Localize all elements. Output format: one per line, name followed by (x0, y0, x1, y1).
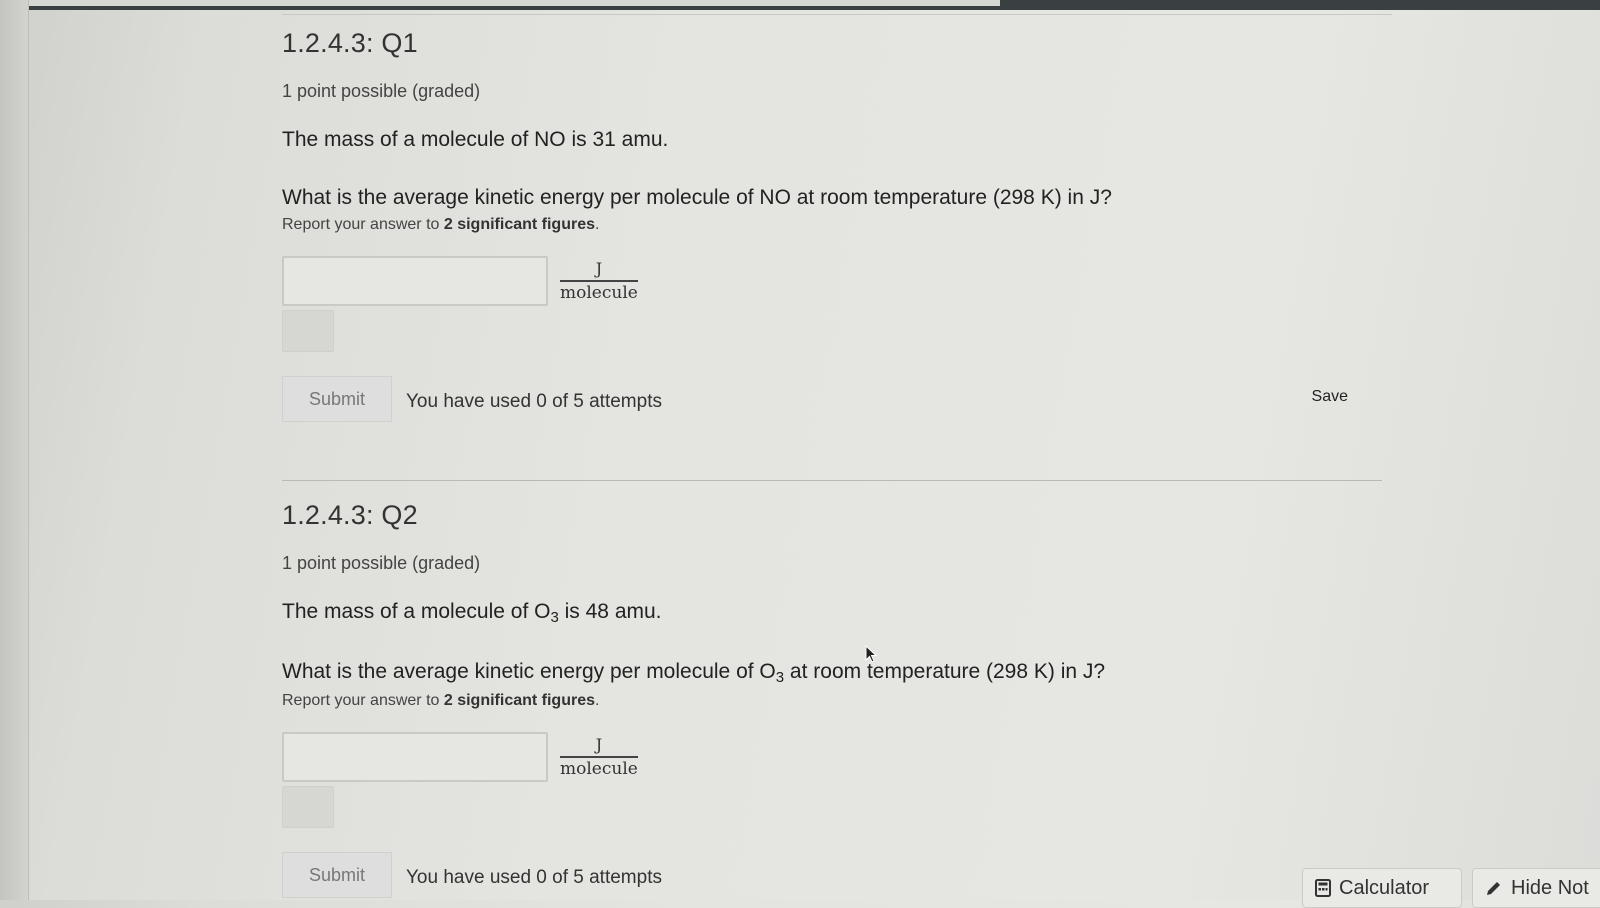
hide-notes-button[interactable]: Hide Not (1472, 868, 1600, 908)
submit-button[interactable]: Submit (282, 376, 392, 422)
unit-denominator: molecule (560, 759, 638, 779)
attempts-text: You have used 0 of 5 attempts (406, 391, 662, 412)
problem-divider (282, 480, 1382, 481)
stem-suffix: is 48 amu. (558, 600, 662, 623)
calculator-icon (1315, 879, 1331, 897)
instruction-suffix: . (595, 692, 600, 709)
save-button[interactable]: Save (1312, 388, 1348, 406)
unit-fraction: J molecule (560, 259, 638, 303)
instruction-bold: 2 significant figures (443, 216, 595, 233)
problem-title: 1.2.4.3: Q1 (282, 28, 418, 58)
action-row: Submit You have used 0 of 5 attempts Sav… (282, 376, 1382, 422)
stem-subscript: 3 (550, 609, 559, 626)
pencil-icon (1487, 882, 1500, 895)
points-label: 1 point possible (graded) (282, 81, 481, 101)
question-subscript: 3 (775, 669, 785, 686)
answer-status-indicator (282, 310, 334, 352)
stem-prefix: The mass of a molecule of O (282, 600, 551, 623)
question-prefix: What is the average kinetic energy per m… (282, 660, 776, 683)
problem-q1: 1.2.4.3: Q1 1 point possible (graded) Th… (282, 28, 1382, 422)
problem-q2: 1.2.4.3: Q2 1 point possible (graded) Th… (282, 500, 1382, 898)
mouse-cursor-icon (865, 645, 878, 663)
answer-row: J molecule (282, 256, 1382, 306)
instruction-prefix: Report your answer to (282, 216, 444, 233)
instruction-suffix: . (595, 216, 600, 233)
answer-input[interactable] (282, 256, 548, 306)
problem-stem: The mass of a molecule of O3 is 48 amu. (282, 600, 1382, 626)
page-left-edge (0, 0, 29, 900)
browser-top-edge (0, 0, 1600, 10)
instruction-prefix: Report your answer to (282, 692, 444, 709)
answer-row: J molecule (282, 732, 1382, 782)
points-label: 1 point possible (graded) (282, 553, 481, 573)
answer-status-indicator (282, 786, 334, 828)
instruction-bold: 2 significant figures (443, 692, 595, 709)
submit-button[interactable]: Submit (282, 852, 392, 898)
answer-input[interactable] (282, 732, 548, 782)
unit-fraction: J molecule (560, 735, 638, 779)
top-rule (282, 14, 1392, 15)
instruction-text: Report your answer to 2 significant figu… (282, 692, 1382, 710)
problem-stem: The mass of a molecule of NO is 31 amu. (282, 128, 669, 151)
question-text: What is the average kinetic energy per m… (282, 186, 1112, 209)
question-text: What is the average kinetic energy per m… (282, 660, 1382, 686)
unit-numerator: J (560, 259, 638, 282)
unit-denominator: molecule (560, 283, 638, 303)
calculator-button[interactable]: Calculator (1302, 868, 1462, 908)
instruction-text: Report your answer to 2 significant figu… (282, 216, 1382, 234)
question-suffix: at room temperature (298 K) in J? (784, 660, 1106, 683)
action-row: Submit You have used 0 of 5 attempts (282, 852, 1382, 898)
problem-title: 1.2.4.3: Q2 (282, 500, 418, 530)
unit-numerator: J (560, 735, 638, 758)
calculator-label: Calculator (1339, 876, 1430, 899)
attempts-text: You have used 0 of 5 attempts (406, 867, 662, 888)
hide-notes-label: Hide Not (1511, 876, 1589, 899)
